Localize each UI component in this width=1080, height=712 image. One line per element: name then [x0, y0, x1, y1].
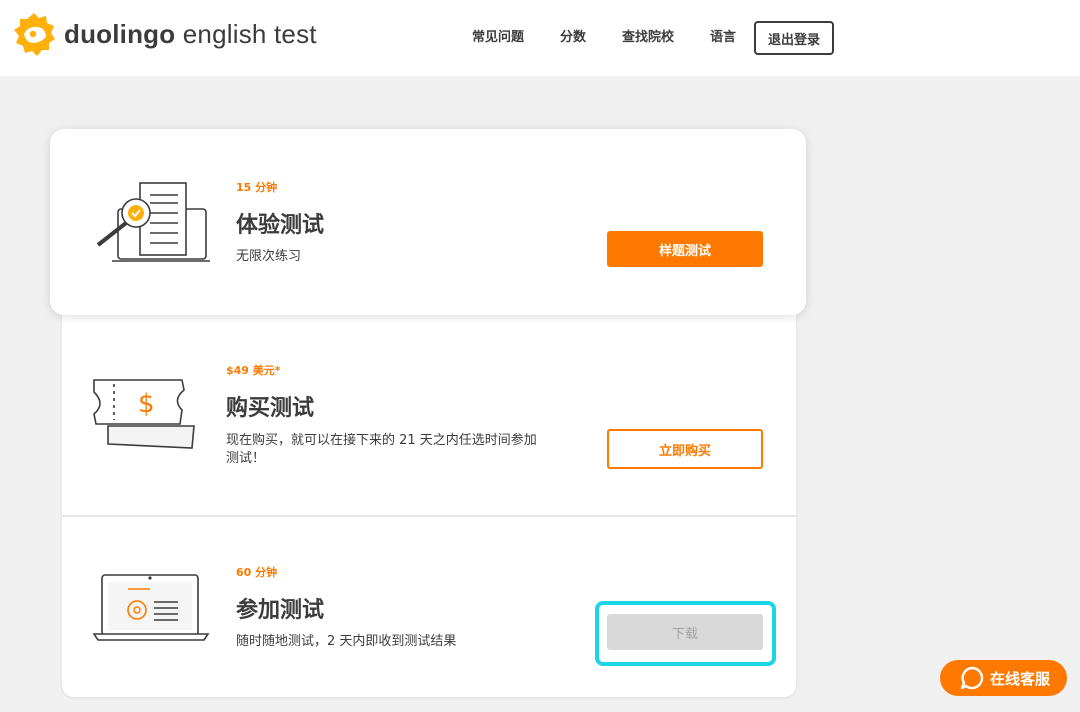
- brand-wordmark: duolingo english test: [64, 19, 317, 50]
- buy-price: $49 美元*: [226, 364, 281, 377]
- nav-faq[interactable]: 常见问题: [472, 20, 524, 56]
- ticket-dollar-icon: $: [93, 379, 195, 449]
- nav-language[interactable]: 语言: [710, 20, 736, 56]
- take-test-description: 随时随地测试，2 天内即收到测试结果: [236, 634, 457, 649]
- download-button[interactable]: 下载: [607, 614, 763, 650]
- practice-duration: 15 分钟: [236, 181, 278, 194]
- card-divider: [62, 515, 796, 517]
- nav-scores[interactable]: 分数: [560, 20, 586, 56]
- buy-now-button[interactable]: 立即购买: [607, 429, 763, 469]
- practice-test-card: 15 分钟 体验测试 无限次练习 样题测试: [50, 129, 806, 315]
- online-support-button[interactable]: 在线客服: [940, 660, 1067, 696]
- logout-button[interactable]: 退出登录: [754, 21, 835, 55]
- laptop-icon: [92, 574, 210, 641]
- brand-name: duolingo: [64, 18, 176, 49]
- svg-text:$: $: [138, 389, 155, 419]
- top-header: duolingo english test 常见问题 分数 查找院校 语言 退出…: [0, 0, 1080, 76]
- practice-title: 体验测试: [236, 213, 325, 238]
- practice-description: 无限次练习: [236, 249, 302, 264]
- product-name: english test: [175, 18, 317, 49]
- nav-find-institutions[interactable]: 查找院校: [622, 20, 674, 56]
- buy-title: 购买测试: [226, 396, 315, 421]
- buy-description-line2: 测试！: [226, 451, 266, 466]
- magnifier-document-icon: [96, 182, 210, 262]
- online-support-label: 在线客服: [990, 669, 1051, 688]
- take-test-duration: 60 分钟: [236, 566, 278, 579]
- duolingo-logo[interactable]: duolingo english test: [10, 10, 317, 58]
- take-test-title: 参加测试: [236, 598, 325, 623]
- chat-bubble-icon: [960, 666, 984, 690]
- sample-test-button[interactable]: 样题测试: [607, 231, 763, 267]
- duolingo-owl-icon: [14, 13, 55, 56]
- top-nav: 常见问题 分数 查找院校 语言 退出登录: [472, 20, 835, 56]
- buy-description-line1: 现在购买，就可以在接下来的 21 天之内任选时间参加: [226, 433, 537, 448]
